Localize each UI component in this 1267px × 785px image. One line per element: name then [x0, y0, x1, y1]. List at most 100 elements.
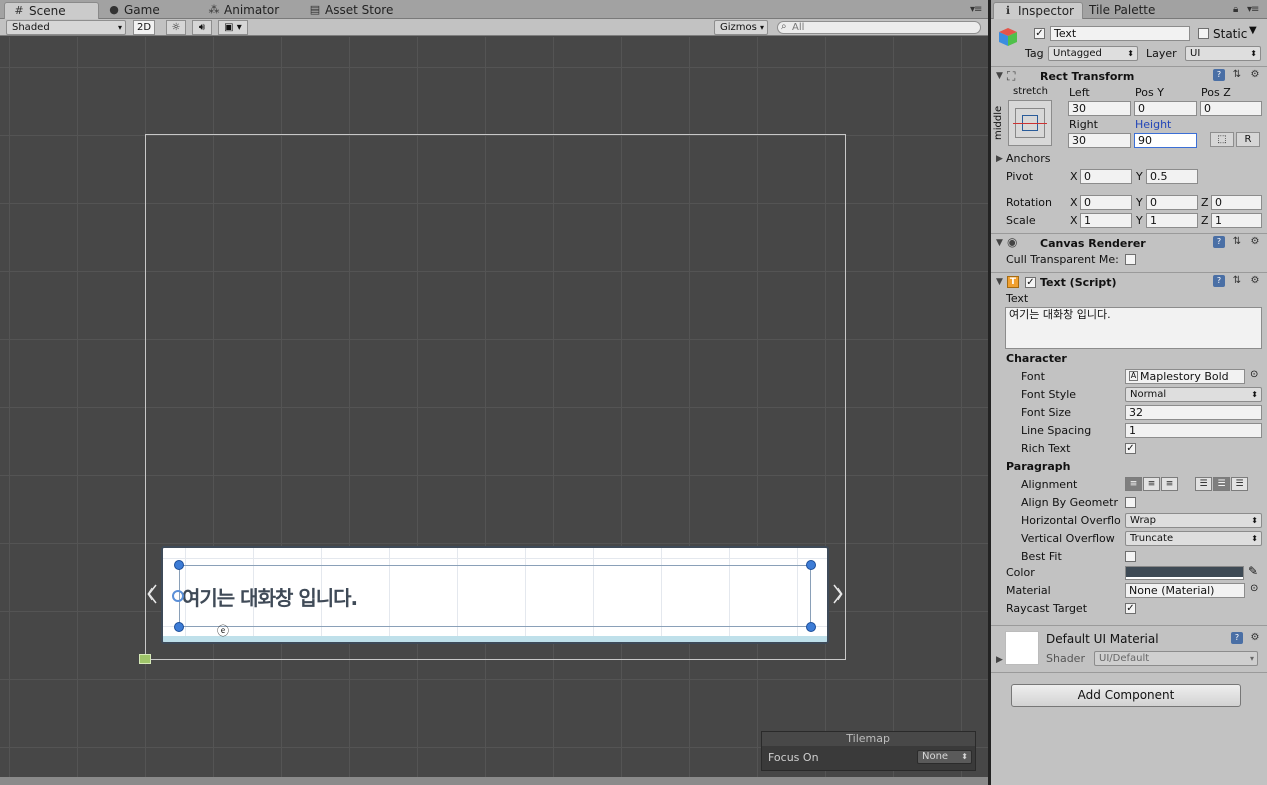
scene-viewport[interactable]	[0, 37, 988, 777]
shader-dropdown[interactable]: UI/Default ▾	[1094, 651, 1258, 666]
game-icon: ●	[109, 3, 119, 16]
gear-icon[interactable]: ⚙	[1249, 69, 1261, 81]
audio-icon[interactable]: 🔊︎	[192, 20, 212, 35]
font-field[interactable]: A Maplestory Bold	[1125, 369, 1245, 384]
panel-menu-icon[interactable]: ▾≡	[1247, 4, 1259, 15]
object-picker-icon[interactable]: ⊙	[1250, 583, 1258, 594]
rect-handle-bottom-right[interactable]	[806, 622, 816, 632]
animator-icon: ⁂	[208, 3, 220, 16]
tab-game[interactable]: ● Game	[100, 2, 195, 19]
cull-transparent-checkbox[interactable]	[1125, 254, 1136, 265]
rich-text-checkbox[interactable]: ✓	[1125, 443, 1136, 454]
object-picker-icon[interactable]: ⊙	[1250, 369, 1258, 380]
align-bottom-icon[interactable]: ☰	[1231, 477, 1248, 491]
draw-mode-dropdown[interactable]: Shaded ▾	[6, 20, 126, 35]
search-input[interactable]: ⌕ All	[777, 21, 981, 34]
blueprint-mode-button[interactable]: ⬚	[1210, 132, 1234, 147]
line-spacing-field[interactable]: 1	[1125, 423, 1262, 438]
align-center-icon[interactable]: ≡	[1143, 477, 1160, 491]
scale-z-field[interactable]: 1	[1211, 213, 1262, 228]
anchor-preset-button[interactable]	[1008, 100, 1052, 146]
height-field[interactable]: 90	[1134, 133, 1197, 148]
help-book-icon[interactable]: ?	[1213, 236, 1225, 248]
tag-dropdown[interactable]: Untagged ⬍	[1048, 46, 1138, 61]
pivot-x-field[interactable]: 0	[1080, 169, 1132, 184]
anchors-foldout-icon[interactable]: ▶	[996, 154, 1003, 164]
rect-handle-top-left[interactable]	[174, 560, 184, 570]
vertical-overflow-label: Vertical Overflow	[1021, 532, 1115, 545]
pivot-y-field[interactable]: 0.5	[1146, 169, 1198, 184]
static-checkbox[interactable]	[1198, 28, 1209, 39]
focus-on-dropdown[interactable]: None ⬍	[917, 750, 972, 764]
add-component-button[interactable]: Add Component	[1011, 684, 1241, 707]
raycast-target-checkbox[interactable]: ✓	[1125, 603, 1136, 614]
layer-dropdown[interactable]: UI ⬍	[1185, 46, 1261, 61]
pos-y-field[interactable]: 0	[1134, 101, 1197, 116]
pivot-handle[interactable]	[172, 590, 184, 602]
rect-handle-bottom-left[interactable]	[174, 622, 184, 632]
text-enabled-checkbox[interactable]: ✓	[1025, 277, 1036, 288]
tab-inspector[interactable]: ℹ Inspector	[993, 2, 1083, 19]
horizontal-overflow-dropdown[interactable]: Wrap ⬍	[1125, 513, 1262, 528]
rect-handle-top-right[interactable]	[806, 560, 816, 570]
font-size-label: Font Size	[1021, 406, 1072, 419]
effects-icon[interactable]: ▣ ▾	[218, 20, 248, 35]
active-checkbox[interactable]: ✓	[1034, 28, 1045, 39]
help-book-icon[interactable]: ?	[1231, 632, 1243, 644]
2d-toggle-button[interactable]: 2D	[133, 20, 155, 35]
preset-icon[interactable]: ⇅	[1231, 275, 1243, 287]
vertical-alignment-group: ☰ ☰ ☰	[1195, 477, 1255, 492]
left-field[interactable]: 30	[1068, 101, 1131, 116]
color-swatch[interactable]	[1125, 566, 1244, 580]
align-middle-icon[interactable]: ☰	[1213, 477, 1230, 491]
align-left-icon[interactable]: ≡	[1125, 477, 1142, 491]
material-preview	[1005, 631, 1039, 665]
align-top-icon[interactable]: ☰	[1195, 477, 1212, 491]
tab-tile-palette[interactable]: Tile Palette	[1083, 2, 1173, 19]
panel-menu-icon[interactable]: ▾≡	[970, 4, 982, 15]
anchor-left-icon[interactable]	[146, 584, 158, 604]
gear-icon[interactable]: ⚙	[1249, 632, 1261, 644]
font-style-dropdown[interactable]: Normal ⬍	[1125, 387, 1262, 402]
rect-transform-header[interactable]: ▼ ⛶ Rect Transform ? ⇅ ⚙	[991, 66, 1267, 84]
rotation-x-field[interactable]: 0	[1080, 195, 1132, 210]
tab-animator[interactable]: ⁂ Animator	[200, 2, 300, 19]
foldout-arrow-icon[interactable]: ▶	[996, 655, 1003, 665]
scene-tabbar: # Scene ● Game ⁂ Animator ▤ Asset Store …	[0, 0, 988, 19]
rotation-z-field[interactable]: 0	[1211, 195, 1262, 210]
help-book-icon[interactable]: ?	[1213, 69, 1225, 81]
preset-icon[interactable]: ⇅	[1231, 69, 1243, 81]
pos-z-field[interactable]: 0	[1200, 101, 1262, 116]
canvas-renderer-header[interactable]: ▼ ◉ Canvas Renderer ? ⇅ ⚙	[991, 233, 1267, 251]
vertical-overflow-dropdown[interactable]: Truncate ⬍	[1125, 531, 1262, 546]
raw-edit-button[interactable]: R	[1236, 132, 1260, 147]
lock-icon[interactable]: 🔒︎	[1233, 4, 1238, 15]
tab-asset-store[interactable]: ▤ Asset Store	[301, 2, 411, 19]
static-dropdown-arrow[interactable]: ▼	[1249, 25, 1257, 36]
lighting-icon[interactable]: ☼	[166, 20, 186, 35]
anchors-label[interactable]: Anchors	[1006, 152, 1051, 165]
right-field[interactable]: 30	[1068, 133, 1131, 148]
gear-icon[interactable]: ⚙	[1249, 275, 1261, 287]
gear-icon[interactable]: ⚙	[1249, 236, 1261, 248]
text-script-header[interactable]: ▼ T ✓ Text (Script) ? ⇅ ⚙	[991, 272, 1267, 290]
object-name-field[interactable]: Text	[1050, 26, 1190, 41]
gizmos-dropdown[interactable]: Gizmos ▾	[714, 20, 768, 35]
best-fit-checkbox[interactable]	[1125, 551, 1136, 562]
font-label: Font	[1021, 370, 1045, 383]
text-content-field[interactable]: 여기는 대화창 입니다.	[1005, 307, 1262, 349]
help-book-icon[interactable]: ?	[1213, 275, 1225, 287]
align-right-icon[interactable]: ≡	[1161, 477, 1178, 491]
dialog-text[interactable]: 여기는 대화창 입니다.	[182, 582, 358, 611]
align-geometry-checkbox[interactable]	[1125, 497, 1136, 508]
scale-y-field[interactable]: 1	[1146, 213, 1198, 228]
eyedropper-icon[interactable]: ✎	[1248, 564, 1258, 578]
rotation-y-field[interactable]: 0	[1146, 195, 1198, 210]
font-size-field[interactable]: 32	[1125, 405, 1262, 420]
tab-scene[interactable]: # Scene	[4, 2, 99, 19]
tilemap-title: Tilemap	[762, 732, 975, 746]
preset-icon[interactable]: ⇅	[1231, 236, 1243, 248]
material-field[interactable]: None (Material)	[1125, 583, 1245, 598]
anchor-right-icon[interactable]	[832, 584, 844, 604]
scale-x-field[interactable]: 1	[1080, 213, 1132, 228]
